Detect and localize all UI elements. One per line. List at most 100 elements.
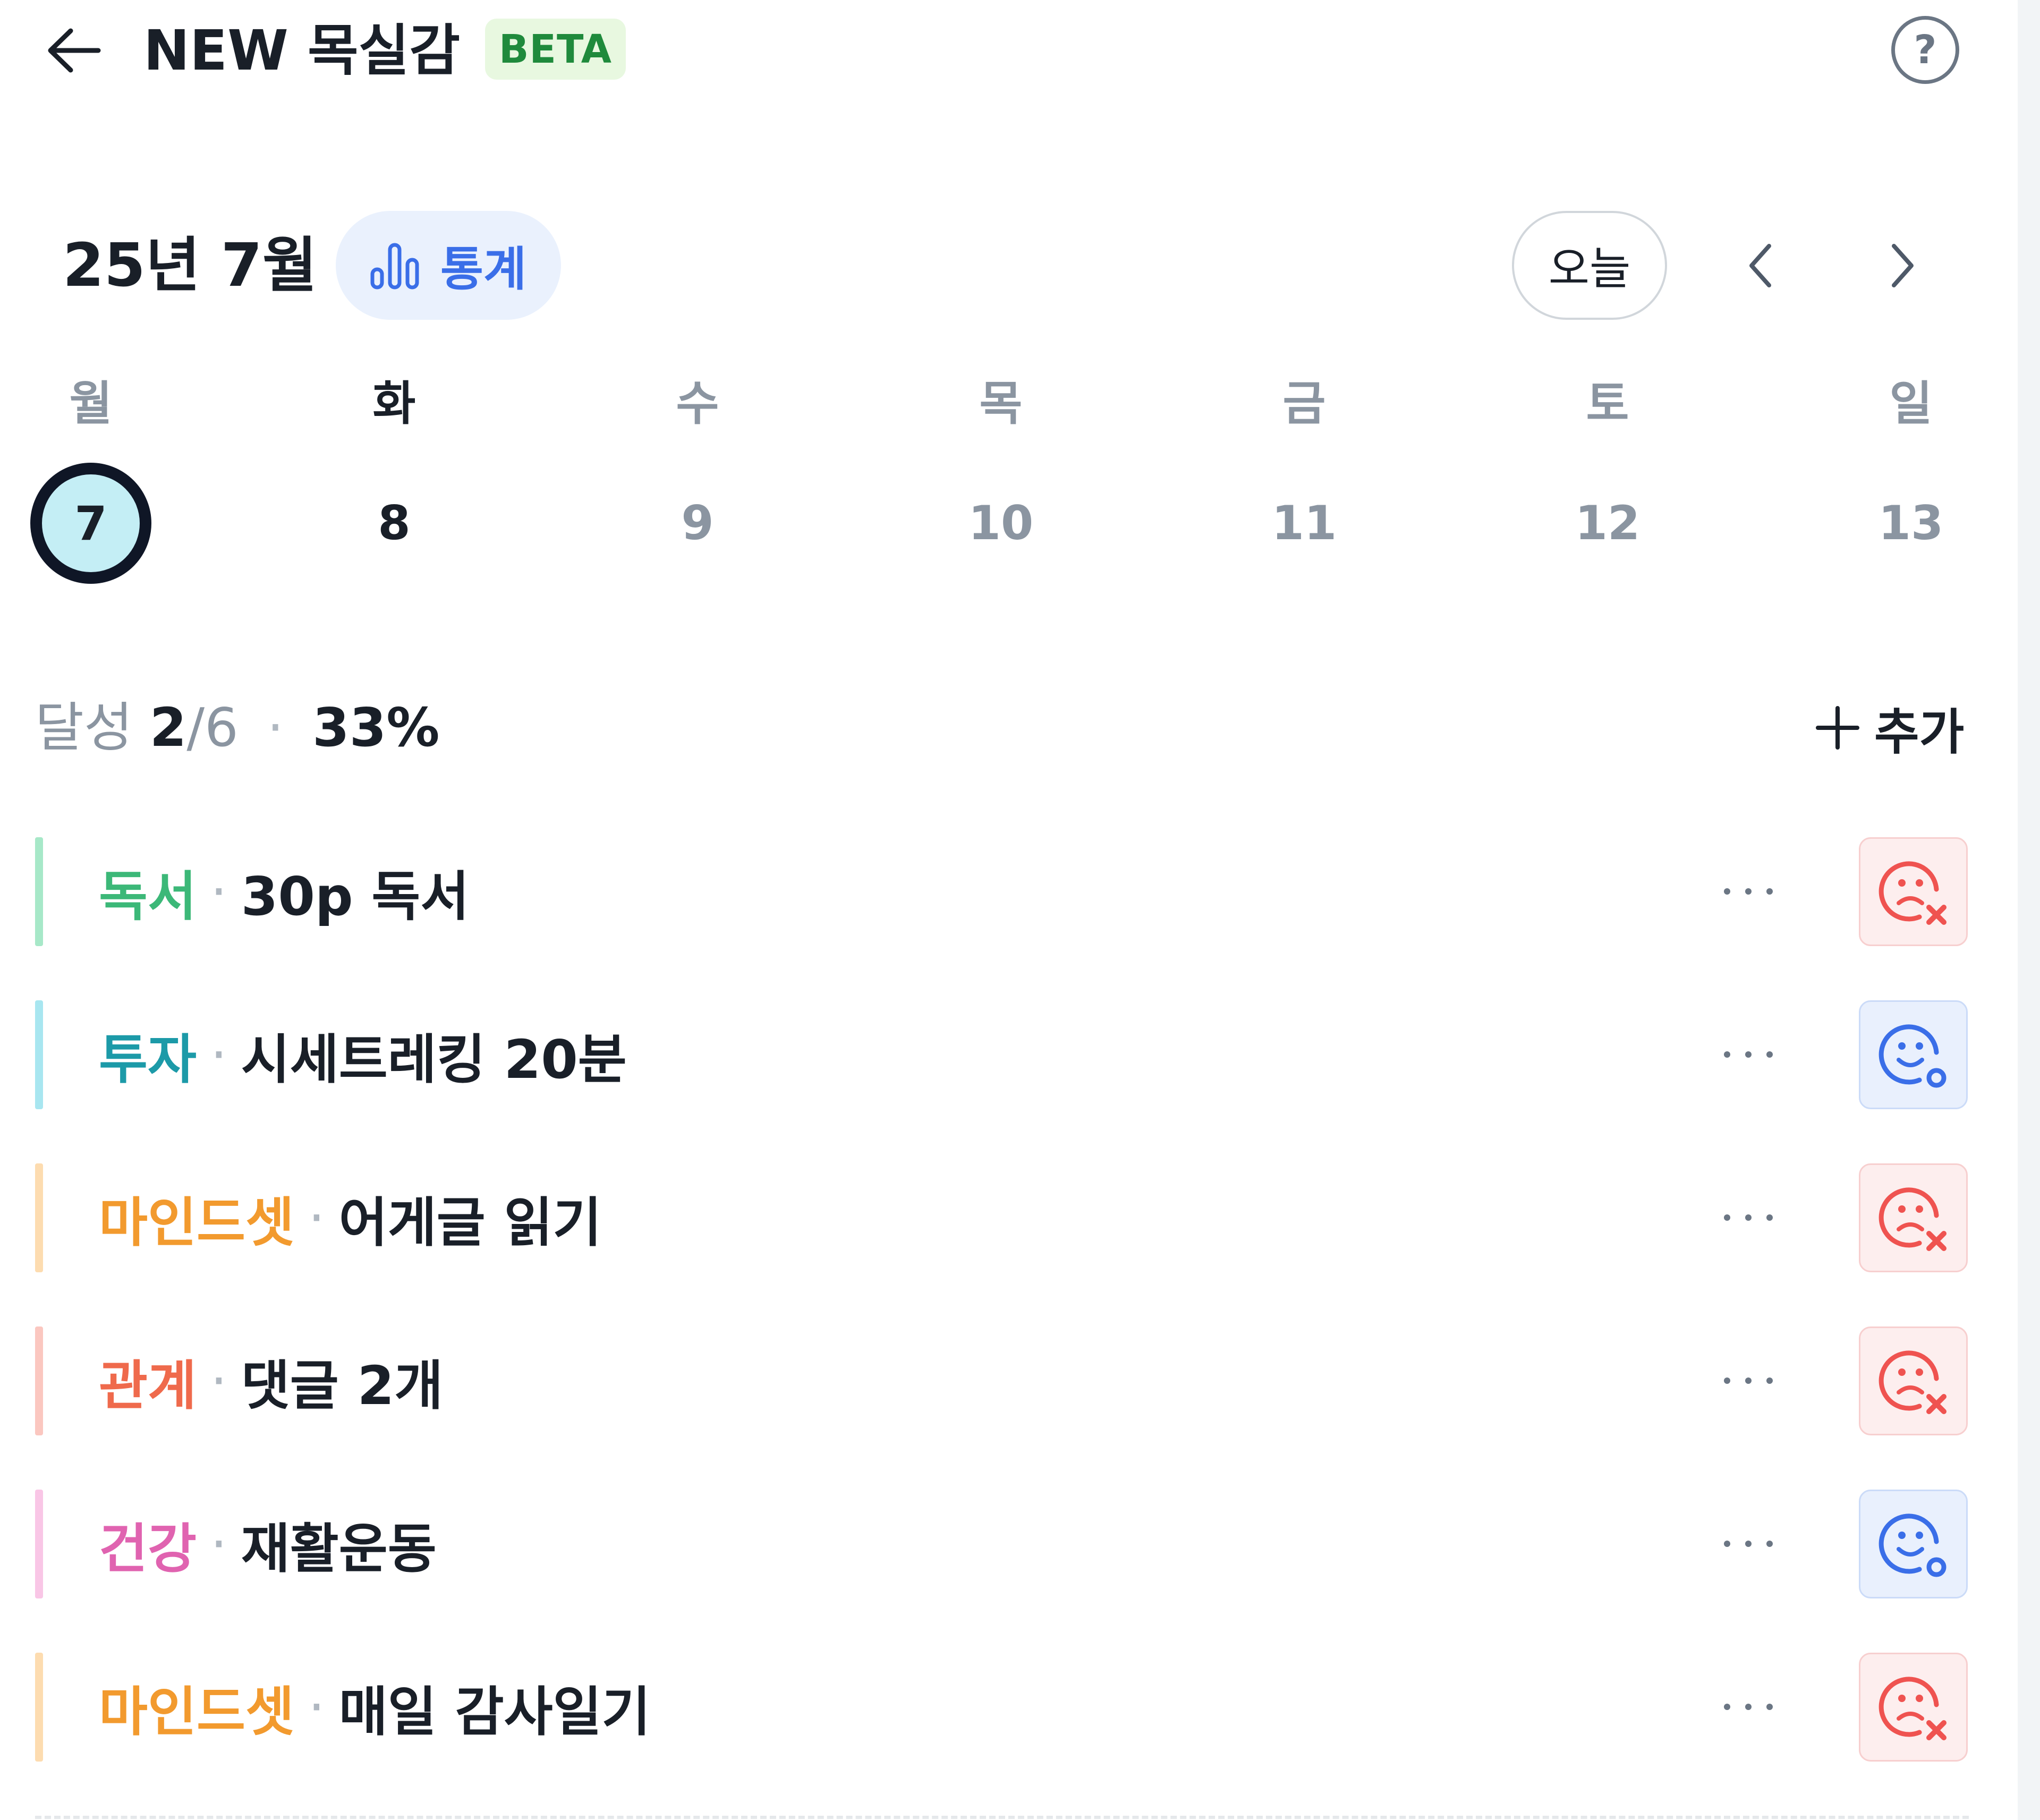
separator-dot: · (308, 1676, 325, 1738)
prev-week-button[interactable] (1724, 223, 1798, 308)
habit-color-bar (35, 1490, 43, 1598)
day-10[interactable]: 10 (937, 491, 1065, 555)
weekday-mon: 월 (69, 376, 113, 431)
more-dot-icon (1724, 1541, 1730, 1547)
more-options-button[interactable] (1693, 860, 1804, 923)
header: NEW 목실감 BETA ? (0, 0, 2018, 101)
habit-name: 댓글 2개 (241, 1355, 444, 1417)
beta-badge: BETA (485, 19, 626, 80)
day-13[interactable]: 13 (1847, 491, 1975, 555)
day-12[interactable]: 12 (1544, 491, 1671, 555)
habit-status-button[interactable] (1859, 1326, 1968, 1435)
more-dot-icon (1724, 1704, 1730, 1710)
more-dot-icon (1766, 1541, 1773, 1547)
weekday-sat: 토 (1586, 376, 1629, 431)
more-dot-icon (1724, 1377, 1730, 1384)
habit-status-button[interactable] (1859, 837, 1968, 946)
more-dot-icon (1745, 1051, 1752, 1058)
day-11[interactable]: 11 (1240, 491, 1368, 555)
habit-row[interactable]: 마인드셋 · 어게글 읽기 (35, 1163, 1969, 1272)
habit-name: 재활운동 (241, 1518, 437, 1580)
sad-face-x-icon (1874, 1668, 1953, 1747)
habit-color-bar (35, 1163, 43, 1272)
day-selected[interactable]: 7 (30, 463, 151, 584)
more-options-button[interactable] (1693, 1512, 1804, 1576)
habit-title[interactable]: 마인드셋 · 매일 감사일기 (99, 1653, 651, 1762)
habit-status-button[interactable] (1859, 1000, 1968, 1109)
habit-title[interactable]: 독서 · 30p 독서 (99, 837, 469, 946)
today-button[interactable]: 오늘 (1512, 211, 1667, 320)
weekday-tue: 화 (372, 376, 416, 431)
more-dot-icon (1724, 888, 1730, 895)
separator-dot: · (308, 1187, 325, 1249)
day-8[interactable]: 8 (330, 491, 458, 555)
habit-title[interactable]: 건강 · 재활운동 (99, 1490, 437, 1598)
month-label: 25년 7월 (63, 231, 317, 300)
more-options-button[interactable] (1693, 1349, 1804, 1413)
more-options-button[interactable] (1693, 1023, 1804, 1086)
weekday-thu: 목 (979, 376, 1023, 431)
bar-chart-icon (370, 243, 419, 289)
habit-category: 투자 (99, 1028, 197, 1091)
habit-title[interactable]: 마인드셋 · 어게글 읽기 (99, 1163, 602, 1272)
achievement-percent: 33% (312, 696, 440, 759)
weekday-wed: 수 (676, 376, 719, 431)
smile-face-circle-icon (1874, 1504, 1953, 1584)
separator-dot: · (267, 696, 284, 759)
help-button[interactable]: ? (1891, 16, 1959, 84)
separator-dot: · (210, 1350, 227, 1412)
add-habit-button[interactable]: 추가 (1816, 685, 1964, 770)
more-dot-icon (1745, 1214, 1752, 1221)
habit-status-button[interactable] (1859, 1653, 1968, 1762)
habit-color-bar (35, 1326, 43, 1435)
habit-category: 마인드셋 (99, 1192, 294, 1254)
more-dot-icon (1745, 1541, 1752, 1547)
habit-status-button[interactable] (1859, 1163, 1968, 1272)
page-title: NEW 목실감 (143, 18, 461, 83)
habit-color-bar (35, 1000, 43, 1109)
habit-name: 어게글 읽기 (338, 1192, 602, 1254)
habit-row[interactable]: 독서 · 30p 독서 (35, 837, 1969, 946)
sad-face-x-icon (1874, 1178, 1953, 1258)
separator-dot: · (210, 861, 227, 923)
habit-title[interactable]: 투자 · 시세트레킹 20분 (99, 1000, 627, 1109)
habit-row[interactable]: 투자 · 시세트레킹 20분 (35, 1000, 1969, 1109)
habit-row[interactable]: 건강 · 재활운동 (35, 1490, 1969, 1598)
list-divider (35, 1816, 1969, 1819)
habit-category: 건강 (99, 1518, 197, 1580)
question-circle-icon: ? (1914, 27, 1937, 73)
achievement-label: 달성 (35, 696, 133, 759)
more-dot-icon (1766, 888, 1773, 895)
next-week-button[interactable] (1865, 223, 1939, 308)
habit-name: 매일 감사일기 (338, 1681, 651, 1743)
day-9[interactable]: 9 (634, 491, 761, 555)
sad-face-x-icon (1874, 1341, 1953, 1421)
more-options-button[interactable] (1693, 1186, 1804, 1249)
achievement-summary: 달성 2/6 · 33% (35, 685, 439, 770)
scrollbar-track[interactable] (2018, 0, 2040, 1820)
more-dot-icon (1745, 1377, 1752, 1384)
more-dot-icon (1766, 1704, 1773, 1710)
more-dot-icon (1745, 888, 1752, 895)
back-button[interactable] (42, 21, 106, 80)
habit-category: 독서 (99, 865, 197, 928)
arrow-left-icon (48, 28, 101, 73)
stats-button[interactable]: 통계 (336, 211, 561, 320)
weekday-sun: 일 (1889, 376, 1933, 431)
habit-title[interactable]: 관계 · 댓글 2개 (99, 1326, 443, 1435)
plus-icon (1816, 706, 1859, 750)
habit-category: 마인드셋 (99, 1681, 294, 1743)
separator-dot: · (210, 1024, 227, 1086)
more-dot-icon (1724, 1214, 1730, 1221)
more-dot-icon (1745, 1704, 1752, 1710)
more-dot-icon (1766, 1377, 1773, 1384)
sad-face-x-icon (1874, 852, 1953, 932)
habit-row[interactable]: 마인드셋 · 매일 감사일기 (35, 1653, 1969, 1762)
more-options-button[interactable] (1693, 1675, 1804, 1739)
habit-row[interactable]: 관계 · 댓글 2개 (35, 1326, 1969, 1435)
habit-status-button[interactable] (1859, 1490, 1968, 1598)
chevron-left-icon (1749, 244, 1771, 287)
weekday-fri: 금 (1282, 376, 1326, 431)
habit-name: 시세트레킹 20분 (241, 1028, 627, 1091)
habit-name: 30p 독서 (241, 865, 470, 928)
